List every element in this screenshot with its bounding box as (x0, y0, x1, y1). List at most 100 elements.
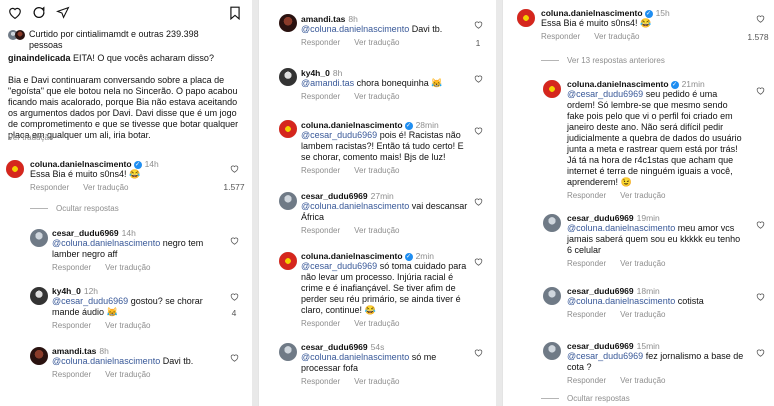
translate-button[interactable]: Ver tradução (354, 319, 399, 328)
like-comment-icon[interactable] (230, 292, 239, 301)
avatar[interactable] (279, 14, 297, 32)
mention-link[interactable]: @coluna.danielnascimento (52, 238, 160, 248)
mention-link[interactable]: @coluna.danielnascimento (301, 352, 409, 362)
reply-button[interactable]: Responder (301, 38, 340, 47)
avatar[interactable] (279, 343, 297, 361)
hide-replies-button[interactable]: Ocultar respostas (30, 204, 119, 213)
comment-username[interactable]: cesar_dudu6969 (301, 191, 368, 201)
like-comment-icon[interactable] (474, 20, 483, 29)
avatar[interactable] (6, 160, 24, 178)
translate-button[interactable]: Ver tradução (354, 226, 399, 235)
liked-by-text[interactable]: Curtido por cintialimamdt e outras 239.3… (29, 29, 229, 51)
reply-button[interactable]: Responder (52, 370, 91, 379)
translate-button[interactable]: Ver tradução (105, 321, 150, 330)
verified-badge-icon: ✓ (670, 80, 679, 89)
reply-button[interactable]: Responder (301, 319, 340, 328)
like-comment-icon[interactable] (230, 236, 239, 245)
mention-link[interactable]: @coluna.danielnascimento (567, 296, 675, 306)
like-comment-icon[interactable] (756, 292, 765, 301)
mention-link[interactable]: @amandi.tas (301, 78, 354, 88)
avatar[interactable] (543, 287, 561, 305)
translate-button[interactable]: Ver tradução (354, 166, 399, 175)
mention-link[interactable]: @cesar_dudu6969 (301, 261, 377, 271)
translate-button[interactable]: Ver tradução (620, 259, 665, 268)
see-translation-link[interactable]: Ver tradução (8, 133, 53, 142)
reply-button[interactable]: Responder (567, 191, 606, 200)
mention-link[interactable]: @cesar_dudu6969 (567, 89, 643, 99)
mention-link[interactable]: @cesar_dudu6969 (567, 351, 643, 361)
bookmark-icon[interactable] (229, 6, 241, 22)
like-comment-icon[interactable] (474, 257, 483, 266)
mention-link[interactable]: @cesar_dudu6969 (52, 296, 128, 306)
reply-button[interactable]: Responder (567, 376, 606, 385)
translate-button[interactable]: Ver tradução (105, 263, 150, 272)
reply-button[interactable]: Responder (52, 321, 91, 330)
avatar[interactable] (30, 287, 48, 305)
avatar[interactable] (517, 9, 535, 27)
comment-username[interactable]: coluna.danielnascimento (541, 8, 643, 18)
comment-username[interactable]: cesar_dudu6969 (301, 342, 368, 352)
like-comment-icon[interactable] (756, 86, 765, 95)
translate-button[interactable]: Ver tradução (620, 191, 665, 200)
comment-username[interactable]: ky4h_0 (301, 68, 330, 78)
comment-username[interactable]: ky4h_0 (52, 286, 81, 296)
avatar[interactable] (543, 342, 561, 360)
translate-button[interactable]: Ver tradução (83, 183, 128, 192)
comment-text: Essa Bia é muito s0ns4! 😂 (30, 169, 141, 179)
like-comment-icon[interactable] (474, 74, 483, 83)
reply-button[interactable]: Responder (52, 263, 91, 272)
mention-link[interactable]: @coluna.danielnascimento (52, 356, 160, 366)
mention-link[interactable]: @coluna.danielnascimento (301, 24, 409, 34)
avatar[interactable] (30, 347, 48, 365)
reply-button[interactable]: Responder (567, 310, 606, 319)
comment-username[interactable]: amandi.tas (52, 346, 96, 356)
like-comment-icon[interactable] (474, 197, 483, 206)
like-comment-icon[interactable] (474, 126, 483, 135)
like-comment-icon[interactable] (230, 353, 239, 362)
translate-button[interactable]: Ver tradução (620, 310, 665, 319)
comment-username[interactable]: amandi.tas (301, 14, 345, 24)
avatar[interactable] (279, 68, 297, 86)
comment-username[interactable]: cesar_dudu6969 (52, 228, 119, 238)
caption-username[interactable]: ginaindelicada (8, 53, 71, 63)
translate-button[interactable]: Ver tradução (354, 38, 399, 47)
avatar[interactable] (543, 80, 561, 98)
reply-button[interactable]: Responder (567, 259, 606, 268)
mention-link[interactable]: @coluna.danielnascimento (301, 201, 409, 211)
like-comment-icon[interactable] (756, 220, 765, 229)
comment-username[interactable]: cesar_dudu6969 (567, 341, 634, 351)
avatar[interactable] (279, 120, 297, 138)
reply-button[interactable]: Responder (301, 226, 340, 235)
comment-username[interactable]: coluna.danielnascimento (30, 159, 132, 169)
translate-button[interactable]: Ver tradução (105, 370, 150, 379)
comment-username[interactable]: cesar_dudu6969 (567, 286, 634, 296)
avatar[interactable] (279, 192, 297, 210)
comment-username[interactable]: coluna.danielnascimento (301, 251, 403, 261)
comment-icon[interactable] (32, 6, 46, 21)
like-comment-icon[interactable] (756, 348, 765, 357)
like-comment-icon[interactable] (474, 348, 483, 357)
comment-username[interactable]: coluna.danielnascimento (567, 79, 669, 89)
mention-link[interactable]: @cesar_dudu6969 (301, 130, 377, 140)
translate-button[interactable]: Ver tradução (620, 376, 665, 385)
comment-username[interactable]: coluna.danielnascimento (301, 120, 403, 130)
reply-button[interactable]: Responder (301, 166, 340, 175)
comment-username[interactable]: cesar_dudu6969 (567, 213, 634, 223)
like-comment-icon[interactable] (756, 14, 765, 23)
reply-button[interactable]: Responder (30, 183, 69, 192)
like-comment-icon[interactable] (230, 164, 239, 173)
reply-button[interactable]: Responder (301, 377, 340, 386)
translate-button[interactable]: Ver tradução (354, 92, 399, 101)
share-icon[interactable] (55, 6, 70, 21)
like-icon[interactable] (8, 6, 22, 21)
mention-link[interactable]: @coluna.danielnascimento (567, 223, 675, 233)
avatar[interactable] (30, 229, 48, 247)
reply-button[interactable]: Responder (301, 92, 340, 101)
translate-button[interactable]: Ver tradução (354, 377, 399, 386)
reply-button[interactable]: Responder (541, 32, 580, 41)
translate-button[interactable]: Ver tradução (594, 32, 639, 41)
avatar[interactable] (279, 252, 297, 270)
hide-replies-button[interactable]: Ocultar respostas (541, 394, 630, 403)
avatar[interactable] (543, 214, 561, 232)
view-previous-replies-button[interactable]: Ver 13 respostas anteriores (541, 56, 665, 65)
